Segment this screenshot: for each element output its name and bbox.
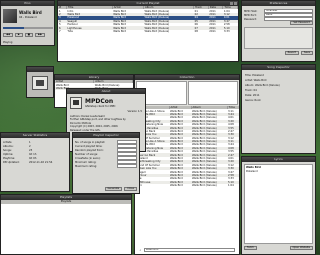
stats-value: 0d 0h <box>29 156 37 160</box>
about-subtitle: GNUstep client for MPD <box>85 105 116 108</box>
set-password-button[interactable]: Set Password <box>290 21 313 25</box>
stats-row: DB Updated: 2012-11-02 21:54 <box>1 160 69 164</box>
generate-button[interactable]: Generate <box>104 187 123 191</box>
lyrics-text[interactable]: Walls Bird Pokeland <box>244 164 313 244</box>
stats-value: 2 <box>29 144 31 148</box>
playlist-inspector-actions: Generate Close <box>73 187 139 191</box>
playlist-inspector-label: Minimum rating: <box>75 160 97 164</box>
playlist-title: Current Playlist <box>136 1 160 5</box>
port-label: MPD Port: <box>244 13 257 17</box>
playlist-cell: 08 <box>194 29 198 33</box>
stats-label: Artists: <box>3 140 13 144</box>
playlist-inspector-title: Playlist Inspector <box>93 133 119 137</box>
playlist-inspector-label: Maximum rating: <box>75 164 98 168</box>
stats-label: Albums: <box>3 144 14 148</box>
stats-value: 0d 1h <box>29 152 37 156</box>
playlist-inspector-label: No. of songs in playlist: <box>75 140 106 144</box>
playlist-cell: 7 <box>59 29 61 33</box>
collection-table: TitleArtistAlbumTime Snow Me Like A Ston… <box>135 106 239 187</box>
playlist-cell: 3:33 <box>223 29 230 33</box>
player-window: Pino Walls Bird 04 - Pokeland ◀◀ ▶ ■ ▶▶ … <box>0 0 55 46</box>
open-website-button[interactable]: Open Website <box>289 246 313 250</box>
lyrics-window: Lyrics Walls Bird Pokeland Fetch Open We… <box>241 156 316 255</box>
stats-list: Artists: 1 Albums: 2 Songs: 23 Uptime: 0d 1h Pla… <box>1 138 69 191</box>
playlists-window: Playlists Playlists <box>0 194 132 255</box>
playlist-inspector-field[interactable] <box>117 164 137 168</box>
stats-value: 23 <box>29 148 33 152</box>
playlist-window: Current Playlist # Title Artist Album Track D… <box>57 0 239 62</box>
song-info-line: Genre: Rock <box>245 99 261 102</box>
playback-controls: ◀◀ ▶ ■ ▶▶ <box>3 33 46 37</box>
status-text: Playing <box>3 41 13 44</box>
playlist-inspector-label: Current playlist time: <box>75 144 103 148</box>
about-text: Authors: Daniel Luederwald Further GNUste… <box>70 115 142 132</box>
album-column[interactable] <box>187 81 238 105</box>
play-button[interactable]: ▶ <box>14 33 23 37</box>
prev-button[interactable]: ◀◀ <box>3 33 13 37</box>
progress-bar[interactable] <box>3 27 53 29</box>
preferences-window: Preferences MPD Host: localhost MPD Port:… <box>241 0 316 62</box>
playlist-inspector-label: Crossfade (in secs): <box>75 156 101 160</box>
playlist-inspector-list: No. of songs in playlist: Current playlis… <box>73 138 139 193</box>
collection-window: Collection TitleArtistAlbumTime Snow Me … <box>134 74 240 255</box>
mpdcon-logo <box>70 97 82 109</box>
collection-title: Collection <box>179 75 195 79</box>
stats-title: Server Statistics <box>22 133 48 137</box>
search-icon: ⌕ <box>139 247 142 252</box>
playlist-inspector-label: Number of songs: <box>75 152 99 156</box>
song-inspector-window: Song Inspector Title: Pokeland Artist: Wa… <box>241 64 316 154</box>
lyrics-song: Pokeland <box>246 170 258 173</box>
stats-value: 2012-11-02 21:54 <box>29 160 53 164</box>
album-art <box>3 9 17 23</box>
playlist-cell: Tide <box>67 29 73 33</box>
about-app-name: MPDCon <box>85 98 114 105</box>
password-label: Password: <box>244 17 257 21</box>
track-title: Walls Bird <box>19 10 42 15</box>
stats-label: DB Updated: <box>3 160 20 164</box>
collection-row[interactable]: IntroWalls Bird Walls Bird (Deluxe) 1:04 <box>135 184 239 187</box>
collection-cell: Walls Bird <box>170 184 183 188</box>
close-button[interactable]: Close <box>124 187 137 191</box>
player-title: Pino <box>24 1 31 5</box>
next-button[interactable]: ▶▶ <box>35 33 46 37</box>
fetch-lyrics-button[interactable]: Fetch <box>244 246 257 250</box>
playlist-inspector-window: Playlist Inspector No. of songs in playl… <box>72 132 140 194</box>
about-version: Version 1.5 <box>127 110 143 113</box>
stats-label: Songs: <box>3 148 12 152</box>
collection-cell: Walls Bird (Deluxe) <box>192 184 217 188</box>
song-info: Title: Pokeland Artist: Walls Bird Album: … <box>242 70 315 153</box>
stats-label: Uptime: <box>3 152 14 156</box>
stats-label: Playtime: <box>3 156 16 160</box>
collection-cell: 1:04 <box>228 184 234 188</box>
stop-button[interactable]: ■ <box>24 33 34 37</box>
track-subtitle: 04 - Pokeland <box>19 16 37 19</box>
playlist-inspector-row: Maximum rating: <box>73 164 139 168</box>
collection-search-input[interactable]: Walls Bird <box>144 248 235 252</box>
playlists-title: Playlists <box>59 195 73 199</box>
playlist-table: # Title Artist Album Track Date Time 1 Intro Wal… <box>58 6 238 33</box>
playlist-cell: Walls Bird (Deluxe) <box>144 29 170 33</box>
about-title: About <box>101 89 111 93</box>
lyrics-title: Lyrics <box>274 157 283 161</box>
stats-value: 1 <box>29 140 31 144</box>
stats-window: Server Statistics Artists: 1 Albums: 2 Songs… <box>0 132 70 192</box>
collection-cell: Intro <box>135 184 169 187</box>
prefs-options-box <box>244 27 313 49</box>
playlists-list[interactable] <box>1 204 131 254</box>
app-icon[interactable] <box>32 76 48 90</box>
playlist-cell: 2011 <box>209 29 216 33</box>
library-title: Library <box>88 75 100 79</box>
playlist-cell: Walls Bird <box>113 29 127 33</box>
playlist-row[interactable]: 7 Tide Walls Bird Walls Bird (Deluxe) 08 2011… <box>58 30 238 33</box>
revert-button[interactable]: Revert <box>284 51 299 55</box>
prefs-title: Preferences <box>269 1 288 5</box>
save-button[interactable]: Save <box>300 51 313 55</box>
playlist-inspector-label: Random playlist from: <box>75 148 104 152</box>
app-icon-window <box>26 66 54 98</box>
host-label: MPD Host: <box>244 9 258 13</box>
collection-browser <box>135 80 239 106</box>
song-inspector-title: Song Inspector <box>267 65 290 69</box>
collection-search-row: ⌕ Walls Bird <box>137 248 237 252</box>
